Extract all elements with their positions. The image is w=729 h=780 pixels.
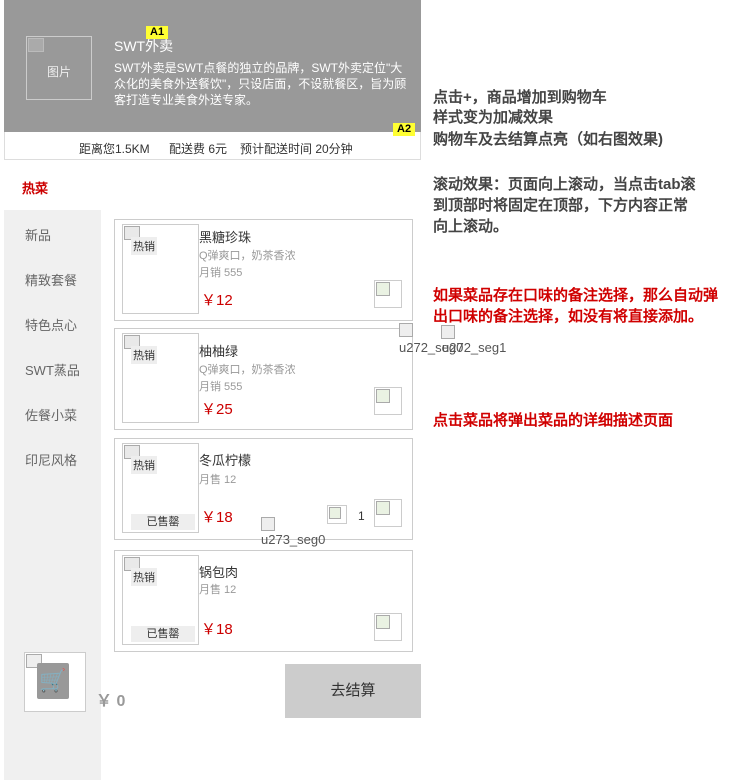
delivery-info-bar: 距离您1.5KM 配送费 6元 预计配送时间 20分钟 (4, 132, 421, 160)
annotation-badge-a1: A1 (146, 26, 169, 39)
note-text: 点击菜品将弹出菜品的详细描述页面 (433, 412, 674, 429)
hot-sale-badge: 热销 (131, 237, 157, 255)
segment-label-u272-1: u272_seg1 (442, 340, 507, 355)
product-name: 锅包肉 (199, 565, 239, 580)
sold-out-badge: 已售罄 (131, 626, 195, 642)
distance-text: 距离您1.5KM (79, 142, 150, 156)
sidebar-item-set-meal[interactable]: 精致套餐 (25, 270, 77, 289)
add-to-cart-button[interactable] (374, 499, 402, 527)
note-text: 购物车及去结算点亮（如右图效果) (433, 131, 663, 148)
shop-logo-image: 图片 (26, 36, 92, 100)
plus-icon (376, 501, 390, 515)
delivery-fee-text: 配送费 6元 (169, 142, 228, 156)
product-sales: 月销 555 (199, 267, 243, 279)
product-image: 热销 (122, 224, 199, 314)
hot-sale-badge: 热销 (131, 456, 157, 474)
plus-icon (376, 389, 390, 403)
product-image: 热销 (122, 333, 199, 423)
product-name: 黑糖珍珠 (199, 230, 252, 245)
product-sales: 月销 555 (199, 381, 243, 393)
note-text: 如果菜品存在口味的备注选择，那么自动弹 (433, 287, 719, 304)
sidebar-item-steamed[interactable]: SWT蒸品 (25, 360, 80, 379)
note-text: 滚动效果：页面向上滚动，当点击tab滚 (433, 176, 696, 193)
product-name: 冬瓜柠檬 (199, 453, 252, 468)
sidebar-item-indonesian[interactable]: 印尼风格 (25, 450, 77, 469)
product-sales: 月售 12 (199, 584, 237, 596)
product-price: ￥12 (201, 292, 233, 309)
note-text: 到顶部时将固定在顶部，下方内容正常 (433, 197, 689, 214)
shop-description: SWT外卖是SWT点餐的独立的品牌，SWT外卖定位"大众化的美食外送餐饮"，只设… (114, 61, 407, 107)
broken-image-icon (28, 38, 44, 52)
add-to-cart-button[interactable] (374, 387, 402, 415)
quantity-value: 1 (358, 509, 365, 523)
broken-image-icon (441, 325, 455, 339)
shop-title: SWT外卖 (114, 38, 174, 54)
product-name: 柚柚绿 (199, 344, 239, 359)
broken-image-icon (399, 323, 413, 337)
product-price: ￥25 (201, 401, 233, 418)
product-card[interactable]: 热销 柚柚绿 Q弹爽口，奶茶香浓 月销 555 ￥25 (114, 328, 413, 430)
note-text: 向上滚动。 (433, 218, 509, 235)
sold-out-badge: 已售罄 (131, 514, 195, 530)
add-to-cart-button[interactable] (374, 613, 402, 641)
checkout-button[interactable]: 去结算 (285, 664, 421, 718)
sidebar-item-side-dishes[interactable]: 佐餐小菜 (25, 405, 77, 424)
decrease-quantity-button[interactable] (327, 505, 347, 524)
product-sales: 月售 12 (199, 474, 237, 486)
product-card[interactable]: 热销 已售罄 锅包肉 月售 12 ￥18 (114, 550, 413, 652)
minus-icon (329, 507, 341, 519)
product-price: ￥18 (201, 621, 233, 638)
broken-image-icon (261, 517, 275, 531)
tab-hot-dishes[interactable]: 热菜 (22, 178, 48, 197)
product-price: ￥18 (201, 509, 233, 526)
sidebar-item-dim-sum[interactable]: 特色点心 (25, 315, 77, 334)
product-card[interactable]: 热销 黑糖珍珠 Q弹爽口，奶茶香浓 月销 555 ￥12 (114, 219, 413, 321)
add-to-cart-button[interactable] (374, 280, 402, 308)
note-text: 点击+，商品增加到购物车 (433, 89, 607, 106)
image-placeholder-label: 图片 (46, 65, 71, 79)
shopping-cart-icon[interactable]: 🛒 (37, 663, 69, 699)
product-desc: Q弹爽口，奶茶香浓 (199, 250, 296, 262)
sidebar-item-new[interactable]: 新品 (25, 225, 51, 244)
hot-sale-badge: 热销 (131, 568, 157, 586)
delivery-time-text: 预计配送时间 20分钟 (240, 142, 353, 156)
plus-icon (376, 615, 390, 629)
product-image: 热销 已售罄 (122, 555, 199, 645)
product-image: 热销 已售罄 (122, 443, 199, 533)
hot-sale-badge: 热销 (131, 346, 157, 364)
note-text: 出口味的备注选择，如没有将直接添加。 (433, 308, 704, 325)
plus-icon (376, 282, 390, 296)
product-desc: Q弹爽口，奶茶香浓 (199, 364, 296, 376)
segment-label-u273-0: u273_seg0 (261, 532, 326, 547)
note-text: 样式变为加减效果 (433, 109, 554, 126)
cart-total: ￥ 0 (96, 693, 126, 710)
